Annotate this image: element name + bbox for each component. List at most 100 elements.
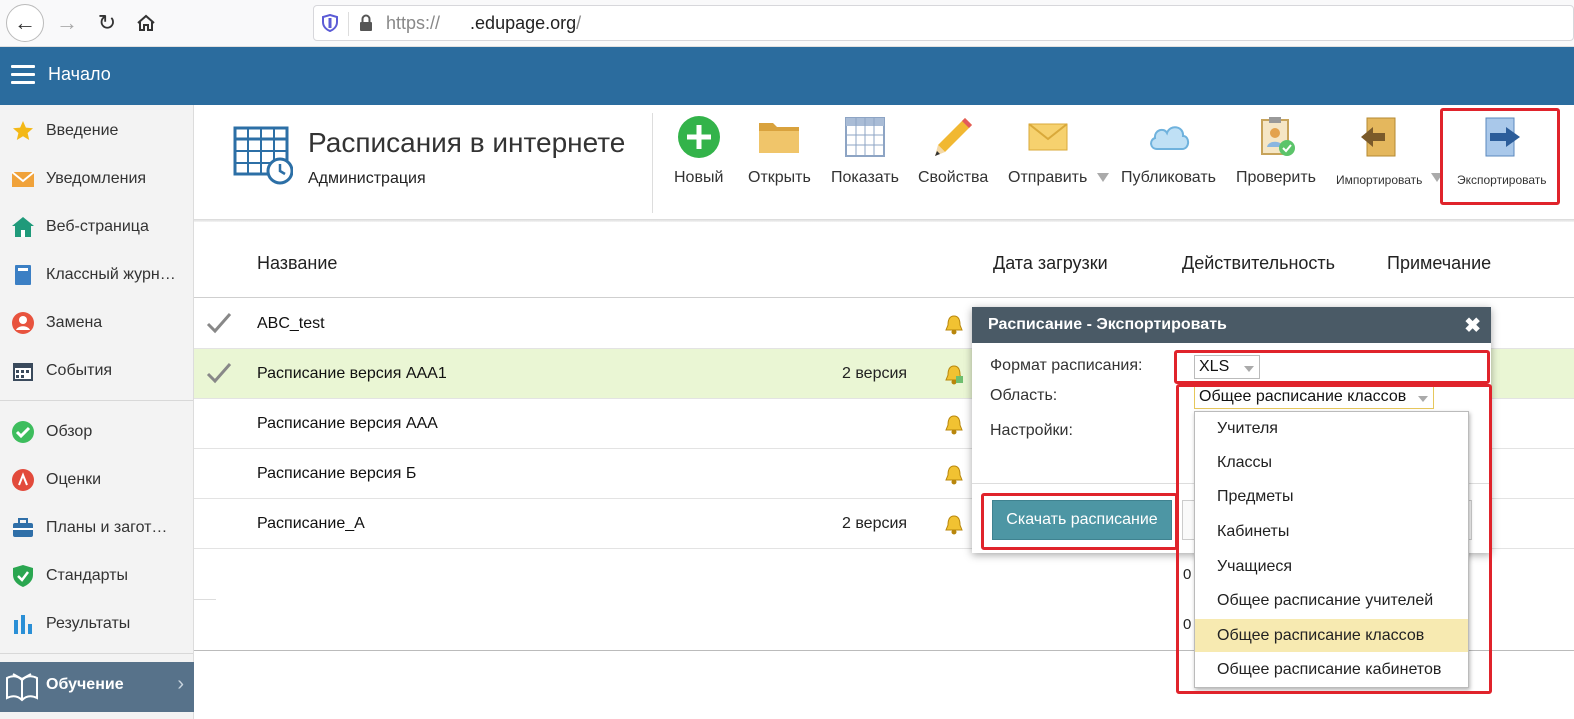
star-icon xyxy=(13,121,33,140)
lock-icon[interactable] xyxy=(358,14,374,32)
sidebar-item-learning[interactable]: Обучение › xyxy=(0,662,194,712)
briefcase-icon xyxy=(13,518,33,537)
sidebar-item-label: Уведомления xyxy=(46,170,147,187)
bell-icon[interactable] xyxy=(944,464,964,486)
tracking-shield-icon[interactable] xyxy=(322,14,338,32)
sidebar-item-label: Обучение xyxy=(46,676,124,693)
sidebar: Введение Уведомления Веб-страница Классн… xyxy=(0,105,194,719)
folder-icon xyxy=(759,123,800,153)
sidebar-item-grades[interactable]: Оценки xyxy=(0,460,193,500)
home-icon[interactable] xyxy=(127,4,165,42)
open-book-icon xyxy=(6,673,38,702)
envelope-icon xyxy=(11,171,35,187)
page-title: Расписания в интернете xyxy=(308,127,626,158)
sidebar-item-label: Классный журнал xyxy=(46,266,176,283)
url-text[interactable]: https:// .edupage.org/ xyxy=(386,13,581,34)
column-header-validity[interactable]: Действительность xyxy=(1182,253,1335,274)
sidebar-item-label: События xyxy=(46,362,113,379)
page-subtitle: Администрация xyxy=(308,170,426,187)
app-title[interactable]: Начало xyxy=(48,64,111,85)
chevron-right-icon: › xyxy=(177,673,184,695)
sidebar-item-results[interactable]: Результаты xyxy=(0,604,193,644)
sidebar-item-plans[interactable]: Планы и заготовки xyxy=(0,508,193,548)
header-divider xyxy=(194,297,1574,298)
sidebar-item-intro[interactable]: Введение xyxy=(0,111,193,151)
send-button[interactable]: Отправить xyxy=(1008,115,1087,195)
clipboard-check-icon xyxy=(1261,117,1295,156)
pencil-icon xyxy=(935,118,973,156)
bell-icon[interactable] xyxy=(944,414,964,436)
app-header: Начало xyxy=(0,47,1574,105)
column-header-note[interactable]: Примечание xyxy=(1387,253,1491,274)
new-button[interactable]: Новый xyxy=(674,115,723,195)
row-name: Расписание версия AAA1 xyxy=(257,365,447,382)
format-label: Формат расписания: xyxy=(990,357,1143,374)
send-dropdown-icon[interactable] xyxy=(1097,173,1109,182)
grade-icon xyxy=(12,469,34,491)
address-bar[interactable]: https:// .edupage.org/ xyxy=(313,5,1574,41)
sidebar-item-label: Веб-страница xyxy=(46,218,149,235)
area-dropdown-highlight xyxy=(1176,384,1492,694)
check-button[interactable]: Проверить xyxy=(1236,115,1316,195)
bar-chart-icon xyxy=(14,615,32,634)
table-icon xyxy=(845,117,885,157)
publish-button[interactable]: Публиковать xyxy=(1121,115,1216,195)
row-name: Расписание версия Б xyxy=(257,465,417,482)
sidebar-item-standards[interactable]: Стандарты xyxy=(0,556,193,596)
properties-button[interactable]: Свойства xyxy=(918,115,988,195)
row-name: Расписание версия AAA xyxy=(257,415,438,432)
import-icon xyxy=(1361,117,1396,157)
timetable-icon xyxy=(233,126,293,185)
sidebar-item-label: Обзор xyxy=(46,423,93,440)
sidebar-item-class-journal[interactable]: Классный журнал xyxy=(0,255,193,295)
dialog-header[interactable]: Расписание - Экспортировать ✖ xyxy=(972,307,1491,343)
reload-icon[interactable]: ↻ xyxy=(88,4,126,42)
cloud-icon xyxy=(1149,126,1189,150)
download-highlight xyxy=(981,493,1178,550)
toolbar-divider xyxy=(652,113,653,213)
row-divider xyxy=(194,599,216,600)
format-highlight xyxy=(1174,350,1490,384)
sidebar-item-label: Введение xyxy=(46,122,119,139)
row-version: 2 версия xyxy=(842,515,908,532)
browser-toolbar: ← → ↻ https:// .edupage.org/ xyxy=(0,0,1574,47)
book-icon xyxy=(15,265,31,285)
sidebar-item-label: Замена xyxy=(46,314,103,331)
bell-icon[interactable] xyxy=(944,314,964,336)
sidebar-item-webpage[interactable]: Веб-страница xyxy=(0,207,193,247)
sidebar-item-events[interactable]: События xyxy=(0,351,193,391)
checkmark-icon xyxy=(206,363,232,384)
house-icon xyxy=(12,217,34,237)
sidebar-divider xyxy=(0,653,193,654)
area-label: Область: xyxy=(990,387,1058,404)
sidebar-item-substitution[interactable]: Замена xyxy=(0,303,193,343)
settings-label: Настройки: xyxy=(990,422,1073,439)
open-button[interactable]: Открыть xyxy=(748,115,811,195)
bell-icon[interactable] xyxy=(944,514,964,536)
menu-icon[interactable] xyxy=(11,65,35,85)
address-separator xyxy=(348,12,349,36)
toolbar-shadow xyxy=(194,219,1574,222)
forward-icon[interactable]: → xyxy=(48,4,86,42)
column-header-name[interactable]: Название xyxy=(257,253,337,274)
sidebar-item-label: Планы и заготовки xyxy=(46,519,176,536)
back-icon[interactable]: ← xyxy=(6,4,44,42)
checkmark-icon xyxy=(206,313,232,334)
envelope-icon xyxy=(1028,123,1068,151)
close-icon[interactable]: ✖ xyxy=(1464,313,1481,338)
sidebar-item-overview[interactable]: Обзор xyxy=(0,412,193,452)
row-name: Расписание_А xyxy=(257,515,365,532)
shield-icon xyxy=(13,565,33,587)
export-highlight xyxy=(1440,108,1560,205)
sidebar-item-notifications[interactable]: Уведомления xyxy=(0,159,193,199)
person-icon xyxy=(12,312,34,334)
sidebar-divider xyxy=(0,400,193,401)
show-button[interactable]: Показать xyxy=(831,115,899,195)
sidebar-item-label: Результаты xyxy=(46,615,131,632)
column-header-upload-date[interactable]: Дата загрузки xyxy=(993,253,1108,274)
import-button[interactable]: Импортировать xyxy=(1336,115,1422,195)
row-version: 2 версия xyxy=(842,365,908,382)
bell-icon[interactable] xyxy=(944,364,964,386)
calendar-icon xyxy=(13,363,33,381)
sidebar-item-label: Стандарты xyxy=(46,567,129,584)
